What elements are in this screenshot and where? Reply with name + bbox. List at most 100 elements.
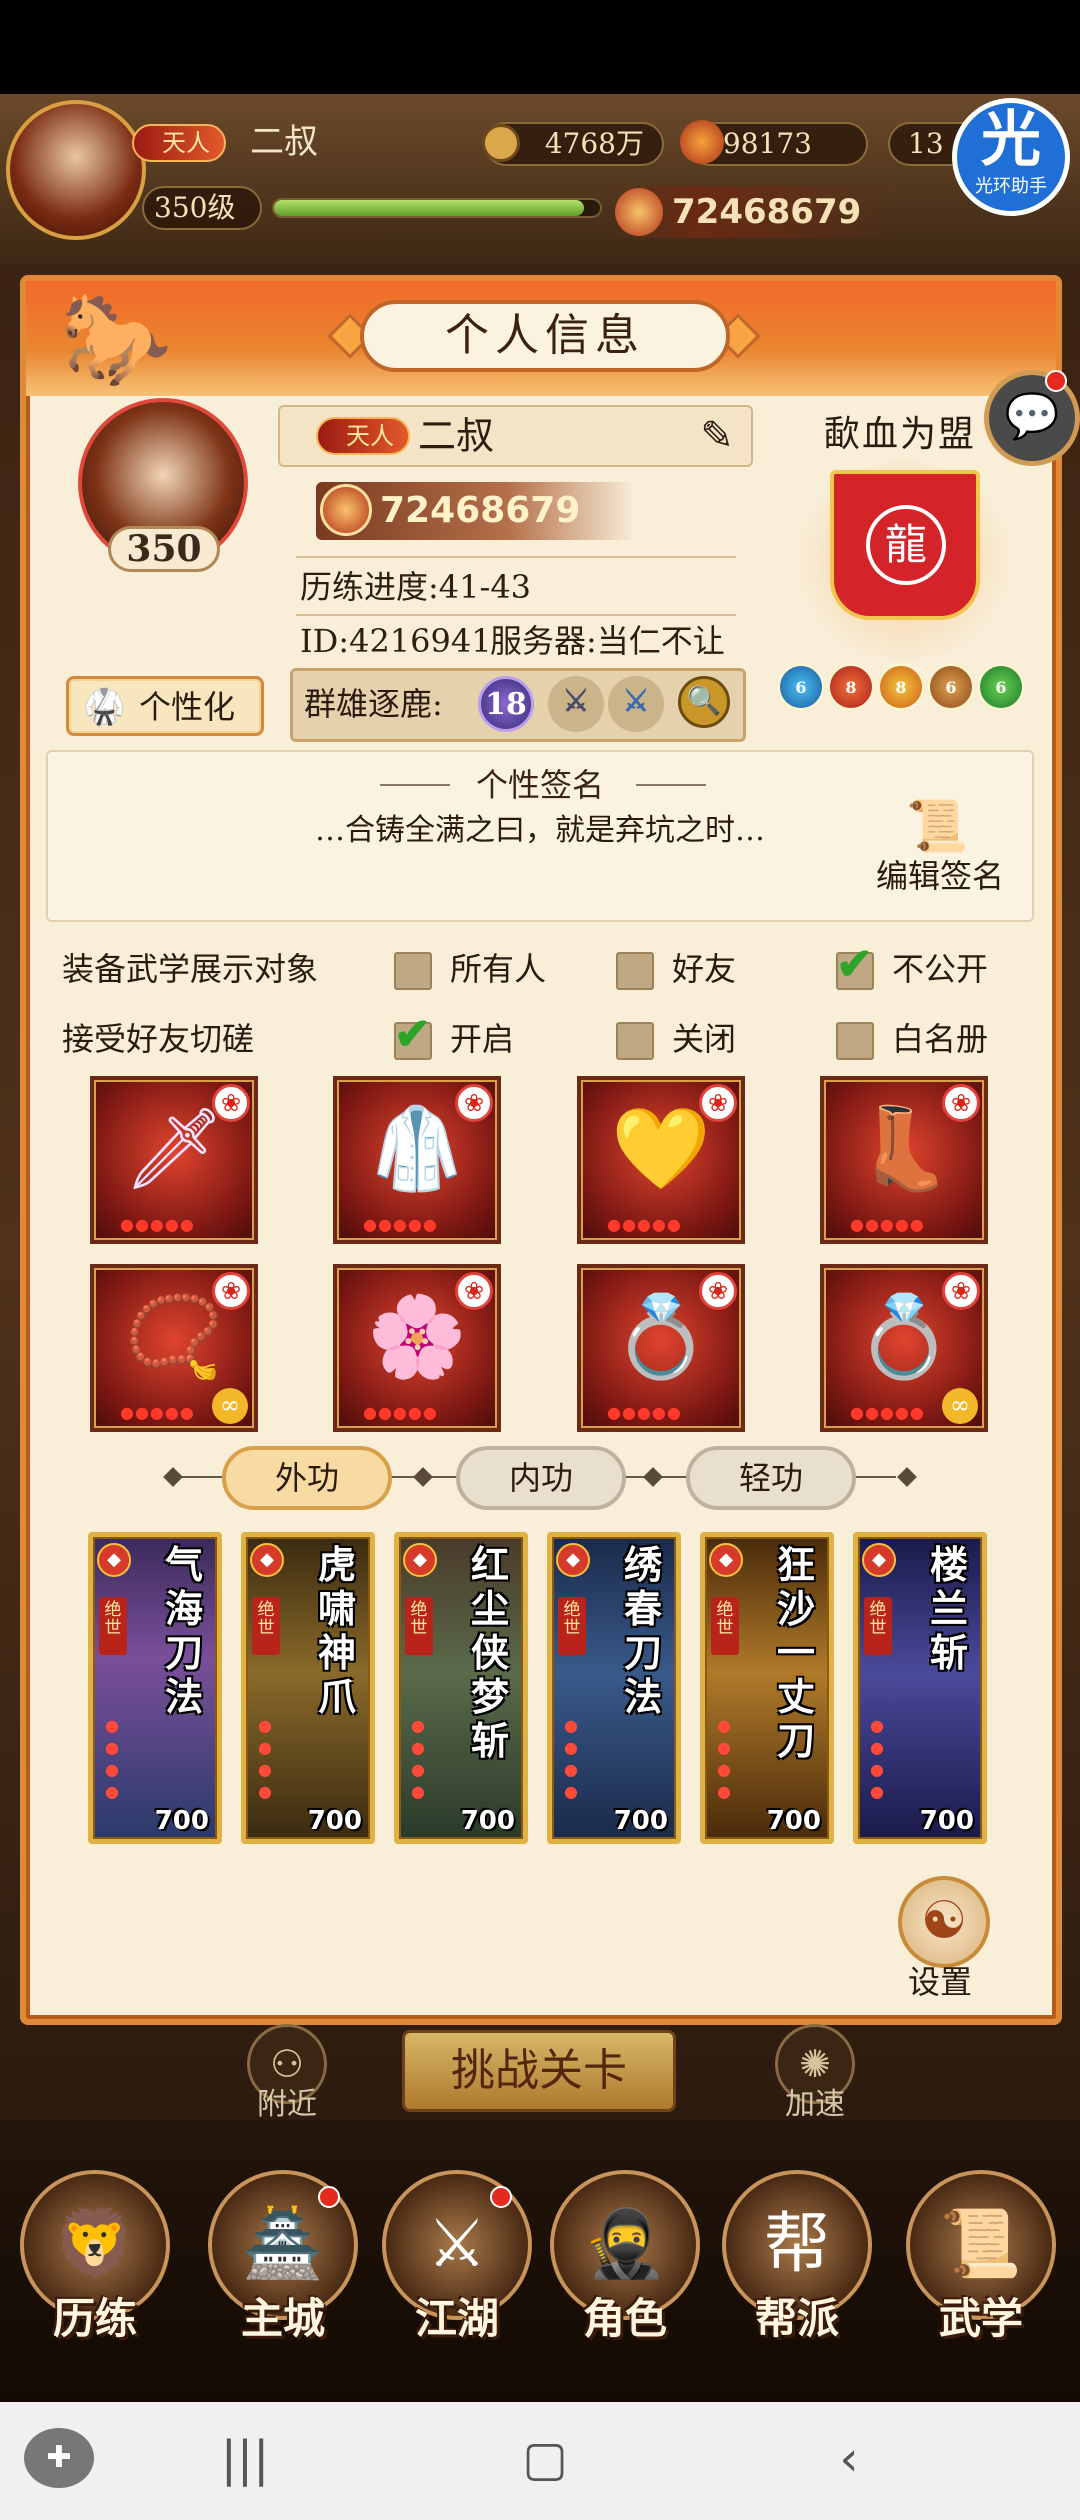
nearby-button[interactable]: ⚇ 附近 bbox=[232, 2024, 342, 2122]
hud-avatar[interactable] bbox=[6, 100, 146, 240]
divider bbox=[296, 614, 736, 616]
rank-emblem-icon: ◆ bbox=[97, 1543, 131, 1577]
tab-internal[interactable]: 内功 bbox=[456, 1446, 626, 1510]
equip-slot-necklace[interactable]: 📿 ❀ ●●●●● ∞ bbox=[90, 1264, 258, 1432]
display-target-label: 装备武学展示对象 bbox=[62, 950, 319, 988]
star-row: ●●●●● bbox=[120, 1215, 195, 1234]
skill-card[interactable]: ◆ 绝世 气海刀法 ● ● ● ● 700 bbox=[88, 1532, 222, 1844]
gem-icon: ❀ bbox=[212, 1084, 250, 1122]
power-icon bbox=[615, 188, 663, 236]
flame-coin-icon bbox=[680, 120, 724, 164]
star-row: ●●●●● bbox=[363, 1215, 438, 1234]
checkbox-disable[interactable] bbox=[616, 1022, 654, 1060]
checkbox-whitelist[interactable] bbox=[836, 1022, 874, 1060]
skill-card[interactable]: ◆ 绝世 红尘侠梦斩 ● ● ● ● 700 bbox=[394, 1532, 528, 1844]
tab-external[interactable]: 外功 bbox=[222, 1446, 392, 1510]
level-pips: ● ● ● ● bbox=[411, 1716, 425, 1801]
helper-badge-glyph: 光 bbox=[981, 105, 1041, 175]
dragon-emblem-icon: 龍 bbox=[866, 505, 946, 585]
progress-text: 历练进度:41-43 bbox=[300, 568, 532, 606]
gem-icon: ❀ bbox=[455, 1272, 493, 1310]
scroll-icon[interactable]: 📜 bbox=[906, 798, 968, 854]
rank-emblem-icon: ◆ bbox=[709, 1543, 743, 1577]
exp-bar-fill bbox=[274, 200, 584, 216]
checkbox-private[interactable]: ✔ bbox=[836, 940, 874, 990]
robe-icon: 🥋 bbox=[83, 687, 126, 727]
skill-rank: 绝世 bbox=[252, 1597, 280, 1655]
link-icon: ∞ bbox=[942, 1388, 978, 1424]
gem-icon: ❀ bbox=[212, 1272, 250, 1310]
gem-icon: ❀ bbox=[699, 1084, 737, 1122]
nav-character[interactable]: 🥷 角色 bbox=[540, 2150, 710, 2380]
tab-lightness[interactable]: 轻功 bbox=[686, 1446, 856, 1510]
checkbox-everyone[interactable] bbox=[394, 952, 432, 990]
edit-signature-button[interactable]: 编辑签名 bbox=[876, 856, 1004, 896]
hud-player-name: 二叔 bbox=[250, 122, 318, 162]
skill-power: 700 bbox=[613, 1806, 668, 1836]
chat-notification-dot bbox=[1045, 370, 1067, 392]
guild-name: 歃血为盟 bbox=[824, 414, 977, 455]
settings-button[interactable]: ☯ bbox=[898, 1876, 990, 1968]
notification-dot bbox=[490, 2186, 512, 2208]
skill-name: 狂沙一丈刀 bbox=[777, 1542, 816, 1763]
back-icon[interactable]: ‹ bbox=[804, 2424, 894, 2494]
skill-rank: 绝世 bbox=[711, 1597, 739, 1655]
star-row: ●●●●● bbox=[120, 1403, 195, 1422]
nearby-label: 附近 bbox=[257, 2087, 317, 2122]
nav-martial-arts[interactable]: 📜 武学 bbox=[896, 2150, 1066, 2380]
star-row: ●●●●● bbox=[607, 1403, 682, 1422]
helper-badge[interactable]: 光 光环助手 bbox=[952, 98, 1070, 216]
player-name: 二叔 bbox=[418, 414, 495, 458]
sun-orb-icon: 8 bbox=[878, 664, 924, 710]
checkbox-friends[interactable] bbox=[616, 952, 654, 990]
challenge-stage-button[interactable]: 挑战关卡 bbox=[402, 2030, 676, 2112]
skill-card[interactable]: ◆ 绝世 绣春刀法 ● ● ● ● 700 bbox=[547, 1532, 681, 1844]
home-icon[interactable]: ▢ bbox=[500, 2424, 590, 2494]
fire-orb-icon: 8 bbox=[828, 664, 874, 710]
gem-icon: ❀ bbox=[455, 1084, 493, 1122]
checkmark-icon: ✔ bbox=[394, 1009, 431, 1060]
skill-card[interactable]: ◆ 绝世 狂沙一丈刀 ● ● ● ● 700 bbox=[700, 1532, 834, 1844]
checkbox-enable[interactable]: ✔ bbox=[394, 1010, 432, 1060]
nav-jianghu[interactable]: ⚔ 江湖 bbox=[372, 2150, 542, 2380]
link-icon: ∞ bbox=[212, 1388, 248, 1424]
personalize-button[interactable]: 🥋 个性化 bbox=[66, 676, 264, 736]
game-controller-icon[interactable]: ✚ bbox=[24, 2428, 94, 2488]
skill-name: 红尘侠梦斩 bbox=[471, 1542, 510, 1763]
skill-name: 虎啸神爪 bbox=[318, 1542, 357, 1719]
option-friends: 好友 bbox=[672, 950, 737, 988]
equip-slot-boots[interactable]: 👢 ❀ ●●●●● bbox=[820, 1076, 988, 1244]
speed-up-button[interactable]: ✺ 加速 bbox=[760, 2024, 870, 2122]
equip-slot-bracelet[interactable]: 💍 ❀ ●●●●● bbox=[577, 1264, 745, 1432]
skill-name: 绣春刀法 bbox=[624, 1542, 663, 1719]
equip-slot-hairpin[interactable]: 🌸 ❀ ●●●●● bbox=[333, 1264, 501, 1432]
equip-slot-weapon[interactable]: 🗡 ❀ ●●●●● bbox=[90, 1076, 258, 1244]
edit-name-icon[interactable]: ✎ bbox=[692, 414, 742, 458]
combat-power: 72468679 bbox=[380, 490, 581, 531]
option-everyone: 所有人 bbox=[450, 950, 547, 988]
nav-training[interactable]: 🦁 历练 bbox=[10, 2150, 180, 2380]
rank-emblem-icon: ◆ bbox=[250, 1543, 284, 1577]
equip-slot-robe[interactable]: 🥼 ❀ ●●●●● bbox=[333, 1076, 501, 1244]
skill-card[interactable]: ◆ 绝世 楼兰斩 ● ● ● ● 700 bbox=[853, 1532, 987, 1844]
equip-slot-belt[interactable]: 💛 ❀ ●●●●● bbox=[577, 1076, 745, 1244]
horse-decoration-icon: 🐎 bbox=[60, 287, 173, 392]
skill-card[interactable]: ◆ 绝世 虎啸神爪 ● ● ● ● 700 bbox=[241, 1532, 375, 1844]
checkmark-icon: ✔ bbox=[836, 939, 873, 990]
search-icon[interactable]: 🔍 bbox=[678, 676, 730, 728]
hud-rank-tag: 天人 bbox=[132, 124, 226, 162]
option-whitelist: 白名册 bbox=[892, 1020, 989, 1058]
leaf-orb-icon: 6 bbox=[978, 664, 1024, 710]
nav-main-city[interactable]: 🏯 主城 bbox=[198, 2150, 368, 2380]
settings-label: 设置 bbox=[908, 1963, 973, 2001]
skill-rank: 绝世 bbox=[405, 1597, 433, 1655]
option-disable: 关闭 bbox=[672, 1020, 737, 1058]
equip-slot-ring[interactable]: 💍 ❀ ●●●●● ∞ bbox=[820, 1264, 988, 1432]
divider bbox=[296, 556, 736, 558]
arena-rank-badge: 18 bbox=[478, 676, 534, 732]
recent-apps-icon[interactable]: ||| bbox=[200, 2424, 290, 2494]
rank-emblem-icon: ◆ bbox=[403, 1543, 437, 1577]
coin-icon bbox=[482, 124, 520, 162]
level-pips: ● ● ● ● bbox=[870, 1716, 884, 1801]
nav-guild[interactable]: 帮 帮派 bbox=[712, 2150, 882, 2380]
